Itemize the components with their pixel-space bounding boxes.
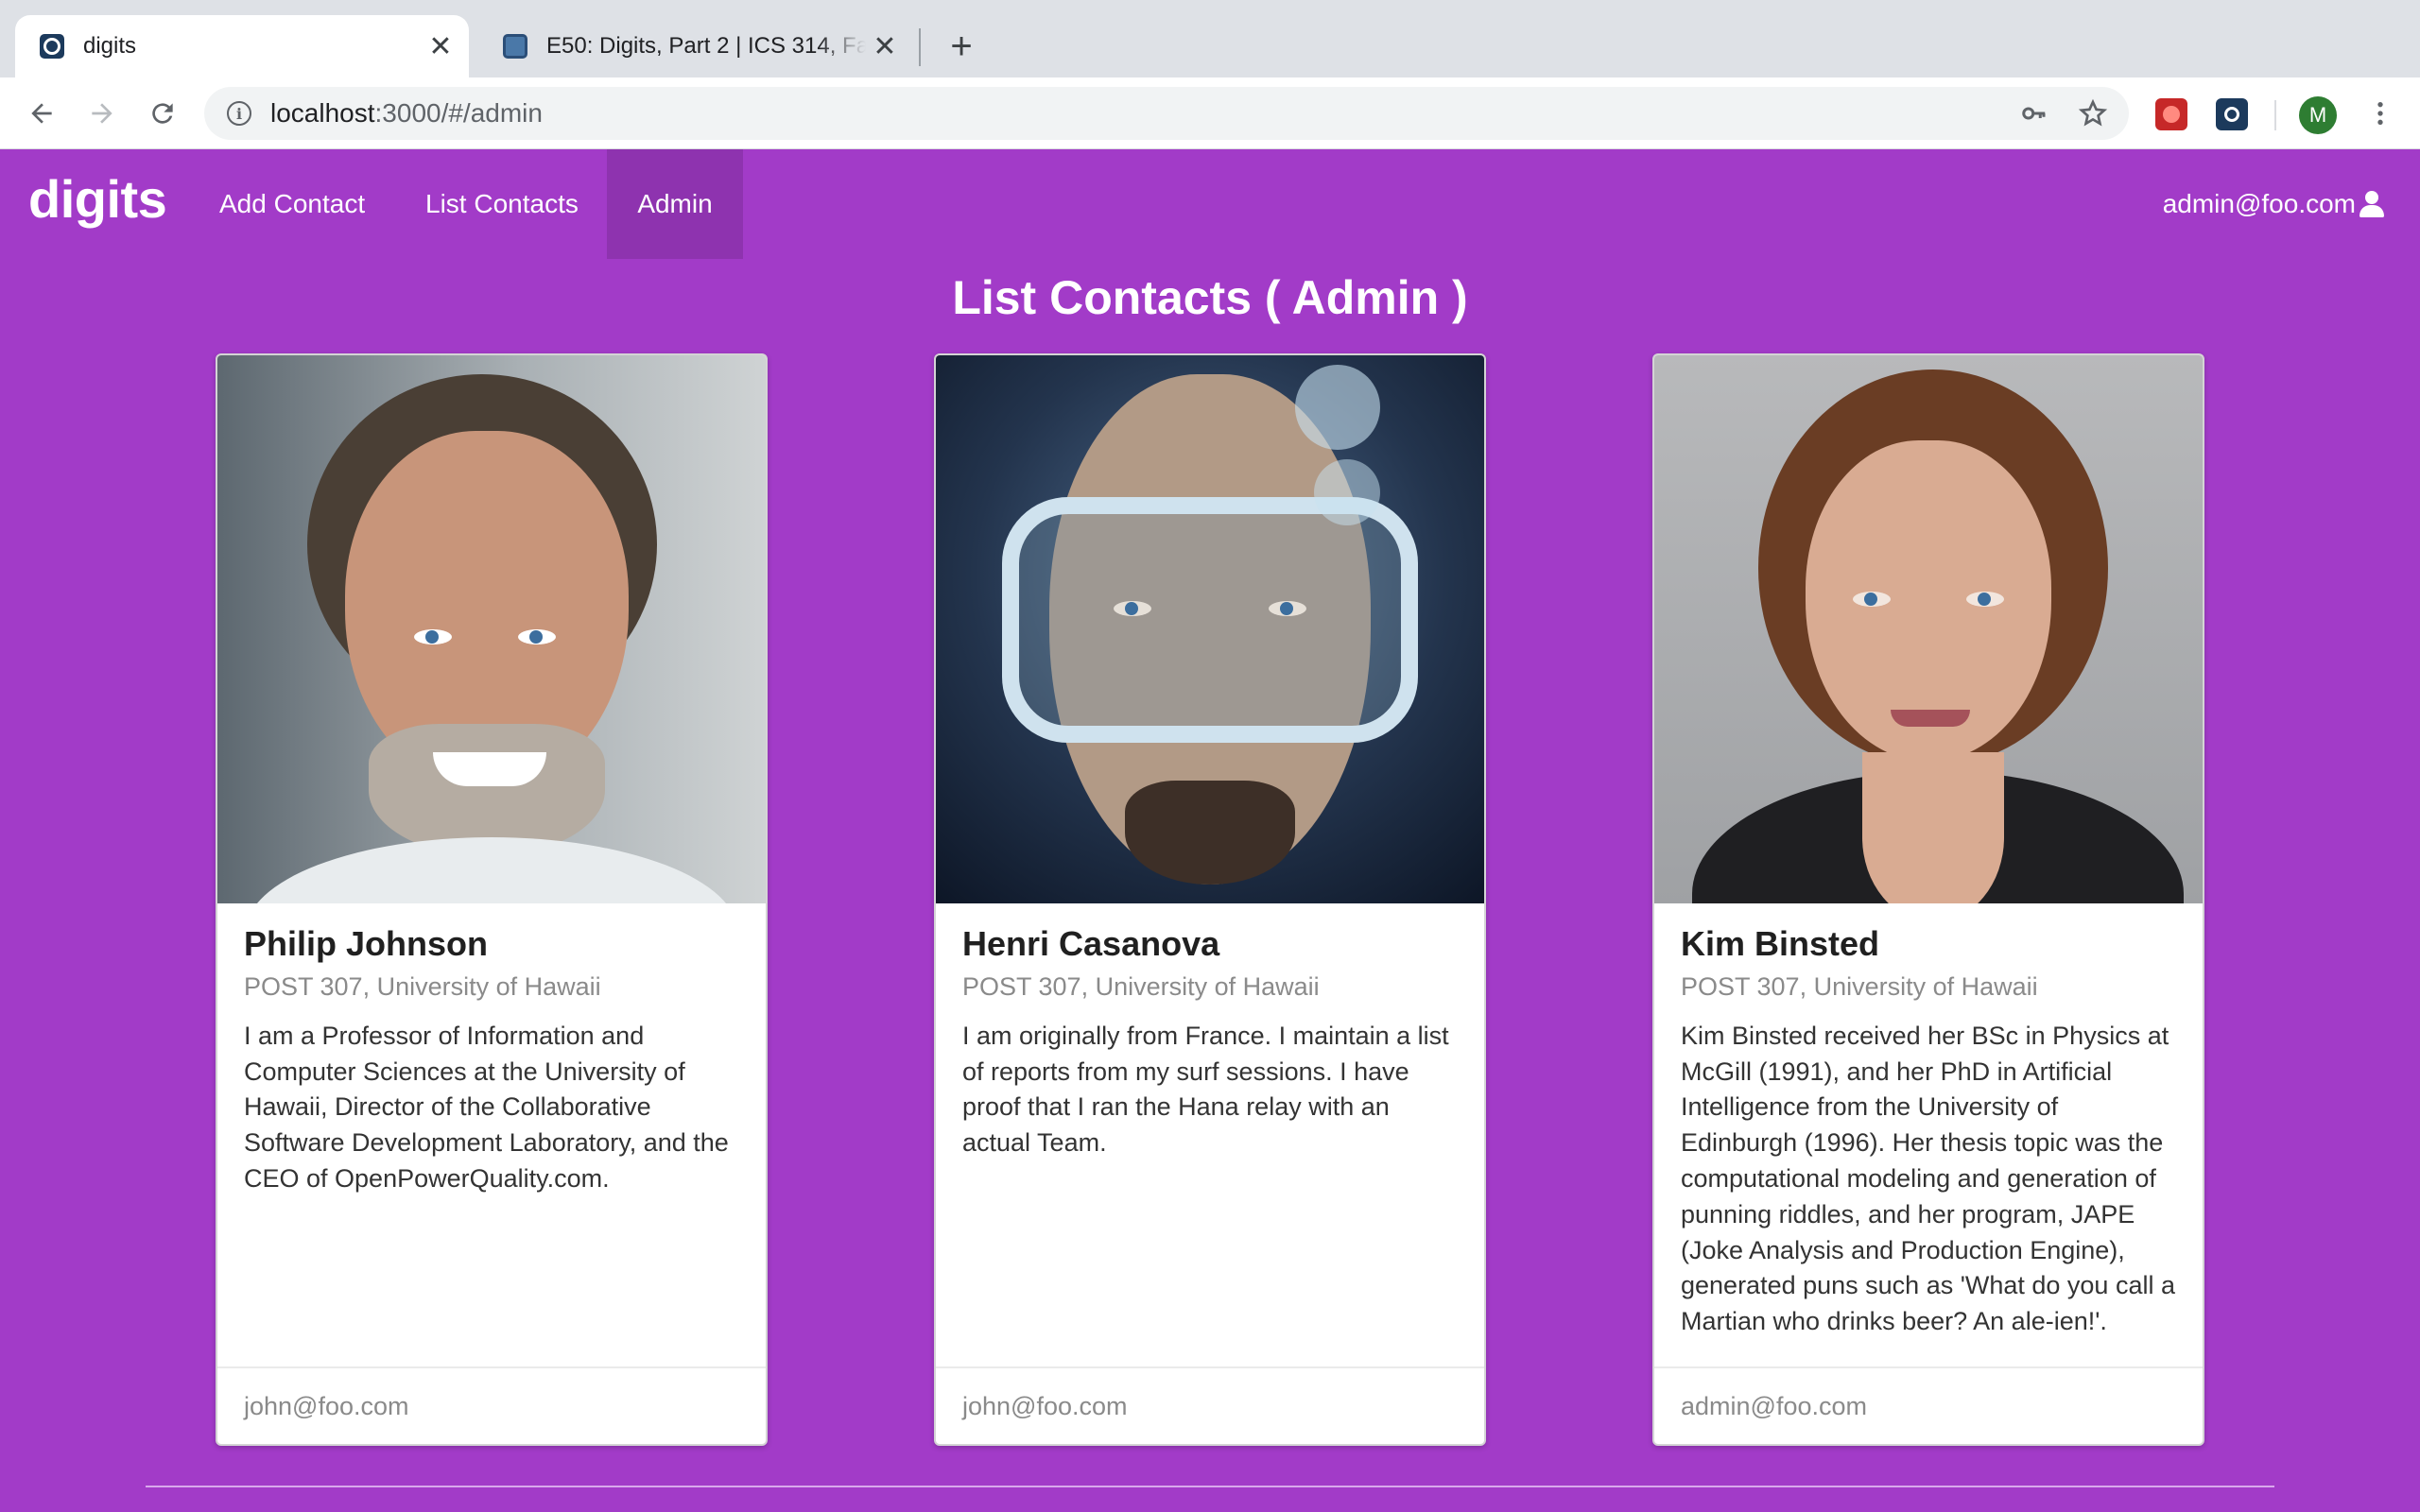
user-icon [2360, 191, 2384, 217]
contact-description: I am a Professor of Information and Comp… [244, 1021, 729, 1193]
new-tab-button[interactable]: + [938, 23, 985, 70]
bubble [1314, 459, 1380, 525]
app-navbar: digits Add Contact List Contacts Admin a… [0, 149, 2420, 259]
contact-description: I am originally from France. I maintain … [962, 1021, 1449, 1158]
card-content: Henri Casanova POST 307, University of H… [936, 903, 1484, 1161]
back-icon[interactable] [19, 91, 64, 136]
dive-mask [1002, 497, 1418, 743]
forward-icon[interactable] [79, 91, 125, 136]
contact-owner: john@foo.com [936, 1366, 1484, 1444]
user-dropdown[interactable]: admin@foo.com [2163, 149, 2384, 259]
contact-photo [217, 355, 766, 903]
contact-name: Henri Casanova [962, 924, 1220, 963]
browser-tab-digits[interactable]: digits ✕ [15, 15, 469, 77]
contact-photo [1654, 355, 2203, 903]
brand-logo[interactable]: digits [28, 168, 167, 230]
menu-icon[interactable] [2360, 93, 2401, 134]
extension-icon[interactable] [2155, 98, 2187, 130]
address-bar[interactable]: i localhost:3000/#/admin [204, 87, 2129, 140]
footer-divider [146, 1486, 2274, 1487]
browser-tab-e50[interactable]: E50: Digits, Part 2 | ICS 314, Fall ✕ [478, 15, 913, 77]
contact-card: Kim Binsted POST 307, University of Hawa… [1652, 353, 2204, 1446]
key-icon[interactable] [2012, 91, 2057, 136]
extension-icon[interactable] [2216, 98, 2248, 130]
info-icon[interactable]: i [227, 101, 251, 126]
contact-description: Kim Binsted received her BSc in Physics … [1681, 1021, 2175, 1336]
neck [1862, 752, 2004, 903]
card-content: Kim Binsted POST 307, University of Hawa… [1654, 903, 2203, 1340]
close-tab-icon[interactable]: ✕ [422, 27, 459, 65]
reload-icon[interactable] [140, 91, 185, 136]
contact-owner: admin@foo.com [1654, 1366, 2203, 1444]
app-favicon-icon [40, 34, 64, 59]
page-favicon-icon [503, 34, 527, 59]
toolbar-divider [2274, 100, 2276, 130]
contact-address: POST 307, University of Hawaii [1681, 971, 2038, 1001]
contact-owner: john@foo.com [217, 1366, 766, 1444]
star-icon[interactable] [2070, 91, 2116, 136]
tab-title: digits [83, 33, 137, 59]
contact-address: POST 307, University of Hawaii [244, 971, 601, 1001]
tab-title: E50: Digits, Part 2 | ICS 314, Fall [546, 33, 866, 59]
contact-card: Henri Casanova POST 307, University of H… [934, 353, 1486, 1446]
card-content: Philip Johnson POST 307, University of H… [217, 903, 766, 1197]
contact-address: POST 307, University of Hawaii [962, 971, 1320, 1001]
contact-name: Kim Binsted [1681, 924, 1880, 963]
close-tab-icon[interactable]: ✕ [866, 27, 904, 65]
profile-avatar[interactable]: M [2299, 96, 2337, 134]
browser-tab-strip: digits ✕ E50: Digits, Part 2 | ICS 314, … [0, 0, 2420, 77]
tab-divider [919, 28, 921, 66]
nav-add-contact[interactable]: Add Contact [189, 149, 395, 259]
contact-card: Philip Johnson POST 307, University of H… [216, 353, 768, 1446]
browser-toolbar: i localhost:3000/#/admin M [0, 77, 2420, 149]
bubble [1295, 365, 1380, 450]
page-title: List Contacts ( Admin ) [952, 271, 1468, 324]
contact-name: Philip Johnson [244, 924, 488, 963]
contact-photo [936, 355, 1484, 903]
user-email: admin@foo.com [2162, 189, 2356, 218]
nav-list-contacts[interactable]: List Contacts [395, 149, 609, 259]
nav-admin[interactable]: Admin [607, 149, 743, 259]
url-text[interactable]: localhost:3000/#/admin [270, 98, 2012, 129]
